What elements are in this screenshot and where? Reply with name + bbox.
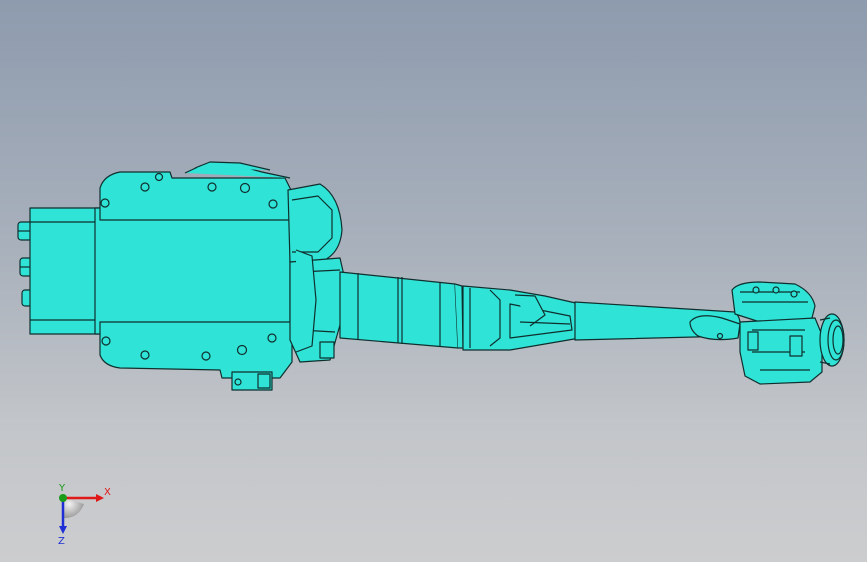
triad-plane bbox=[63, 498, 84, 519]
robot-arm-model[interactable] bbox=[0, 0, 867, 562]
z-axis-arrow bbox=[59, 526, 67, 534]
wrist-assembly[interactable] bbox=[731, 281, 823, 385]
cad-viewport[interactable]: X Y Z bbox=[0, 0, 867, 562]
y-axis-label: Y bbox=[58, 483, 66, 494]
shoulder-joint[interactable] bbox=[287, 183, 346, 363]
x-axis-arrow bbox=[96, 494, 104, 502]
upper-flange-plate bbox=[99, 161, 293, 221]
link-arm[interactable] bbox=[574, 301, 741, 341]
z-axis-label: Z bbox=[58, 536, 65, 546]
forearm-housing[interactable] bbox=[462, 285, 581, 351]
upper-arm[interactable] bbox=[339, 271, 464, 349]
lower-flange-plate bbox=[99, 321, 293, 391]
orientation-triad: X Y Z bbox=[58, 483, 111, 546]
base-housing[interactable] bbox=[29, 207, 291, 335]
x-axis-label: X bbox=[104, 487, 111, 498]
tool-flange[interactable] bbox=[819, 313, 845, 367]
y-axis-dot bbox=[59, 494, 67, 502]
